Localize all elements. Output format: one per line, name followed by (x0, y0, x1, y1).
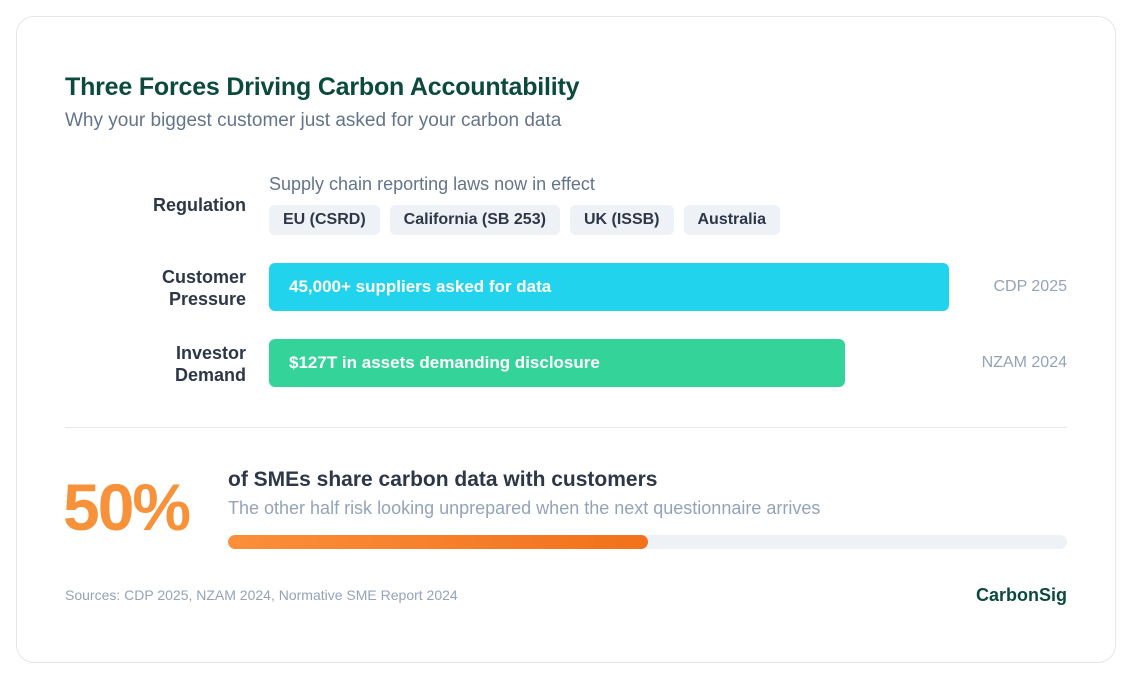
big-stat-value: 50% (63, 470, 191, 544)
regulation-chip: EU (CSRD) (269, 205, 380, 235)
stat-headline: of SMEs share carbon data with customers (228, 468, 658, 491)
stat-progress-track (228, 535, 1067, 549)
infographic-card: Three Forces Driving Carbon Accountabili… (16, 16, 1116, 663)
sources-note: Sources: CDP 2025, NZAM 2024, Normative … (65, 587, 458, 603)
stat-progress-fill (228, 535, 648, 549)
investor-demand-label: Investor Demand (174, 343, 246, 385)
investor-demand-bar: $127T in assets demanding disclosure (269, 339, 845, 387)
investor-demand-source: NZAM 2024 (981, 354, 1067, 371)
regulation-label: Regulation (153, 195, 246, 215)
regulation-chip: UK (ISSB) (569, 205, 674, 235)
page-title: Three Forces Driving Carbon Accountabili… (65, 73, 580, 101)
stat-subtext: The other half risk looking unprepared w… (228, 498, 821, 518)
regulation-chip: Australia (683, 205, 780, 235)
regulation-chip: California (SB 253) (389, 205, 560, 235)
brand-logo: CarbonSig (975, 585, 1067, 605)
regulation-caption: Supply chain reporting laws now in effec… (269, 174, 595, 194)
section-divider (65, 427, 1067, 428)
customer-pressure-label: Customer Pressure (161, 267, 246, 309)
customer-pressure-bar: 45,000+ suppliers asked for data (269, 263, 949, 311)
page-subtitle: Why your biggest customer just asked for… (65, 110, 562, 131)
customer-pressure-source: CDP 2025 (993, 278, 1067, 295)
regulation-chips: EU (CSRD) California (SB 253) UK (ISSB) … (269, 205, 780, 235)
